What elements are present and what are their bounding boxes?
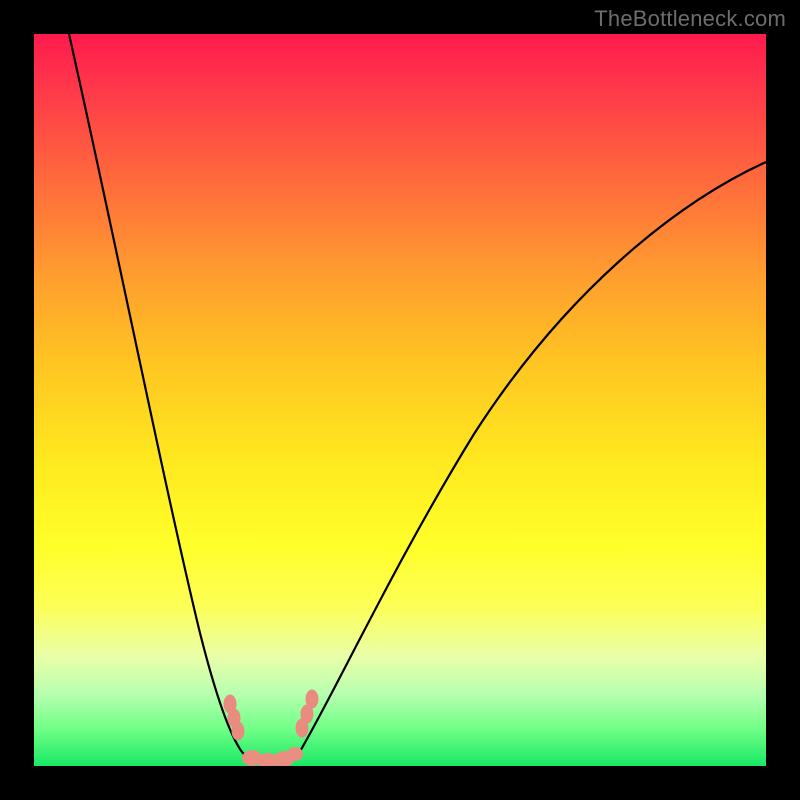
curve-left-branch [69,34,242,752]
marker-cluster-left [224,695,244,740]
plot-area [34,34,766,766]
marker-valley-bottom [242,747,303,766]
watermark: TheBottleneck.com [594,6,786,32]
chart-frame: TheBottleneck.com [0,0,800,800]
bottleneck-curve-svg [34,34,766,766]
marker-cluster-right [296,690,318,737]
curve-right-branch [299,162,766,753]
